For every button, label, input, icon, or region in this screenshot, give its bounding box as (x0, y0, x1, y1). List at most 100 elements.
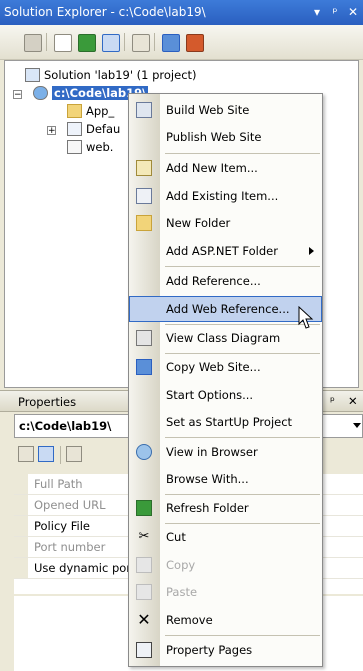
solution-explorer-title: Solution Explorer - c:\Code\lab19\ (4, 5, 206, 19)
toolbar-separator (124, 33, 125, 51)
copy-icon (136, 557, 152, 573)
menu-item-label: Add Existing Item... (166, 189, 279, 203)
menu-item-label: Refresh Folder (166, 501, 249, 515)
menu-separator (165, 437, 320, 438)
toolbar-separator (154, 33, 155, 51)
view-class-diagram-icon[interactable] (132, 34, 150, 52)
menu-item-build-web-site[interactable]: Build Web Site (129, 97, 322, 123)
menu-item-remove[interactable]: ✕ Remove (129, 607, 322, 633)
property-name: Opened URL (34, 498, 106, 512)
close-icon[interactable]: ✕ (348, 394, 358, 408)
menu-item-add-asp-net-folder[interactable]: Add ASP.NET Folder (129, 238, 322, 264)
mouse-pointer-icon (298, 306, 314, 329)
menu-item-label: Add Web Reference... (166, 302, 290, 316)
property-name: Policy File (34, 519, 90, 533)
menu-item-add-new-item[interactable]: Add New Item... (129, 155, 322, 181)
expand-node-icon[interactable]: + (47, 126, 56, 136)
row-gutter (14, 516, 28, 536)
menu-item-set-as-startup-project[interactable]: Set as StartUp Project (129, 409, 322, 435)
folder-icon (67, 104, 82, 118)
menu-item-label: Start Options... (166, 388, 254, 402)
tree-node-app-folder[interactable]: App_ (67, 103, 114, 120)
menu-item-label: View in Browser (166, 445, 258, 459)
menu-item-add-reference[interactable]: Add Reference... (129, 268, 322, 294)
new-item-icon (136, 160, 152, 176)
submenu-arrow-icon (309, 247, 314, 255)
menu-item-refresh-folder[interactable]: Refresh Folder (129, 495, 322, 521)
property-name: Use dynamic por (34, 561, 132, 575)
tree-node-label: App_ (86, 104, 115, 118)
asp-net-configuration-icon[interactable] (186, 34, 204, 52)
auto-hide-pin-icon[interactable]: ᵖ (330, 394, 335, 408)
solution-label: Solution 'lab19' (1 project) (44, 68, 197, 82)
refresh-icon (136, 500, 152, 516)
solution-icon (25, 68, 40, 82)
context-menu: Build Web Site Publish Web Site Add New … (128, 93, 323, 667)
menu-item-property-pages[interactable]: Property Pages (129, 637, 322, 663)
menu-item-publish-web-site[interactable]: Publish Web Site (129, 124, 322, 150)
menu-item-add-existing-item[interactable]: Add Existing Item... (129, 183, 322, 209)
menu-item-start-options[interactable]: Start Options... (129, 382, 322, 408)
toolbar-separator (60, 446, 61, 464)
nest-related-files-icon[interactable] (102, 34, 120, 52)
menu-item-copy[interactable]: Copy (129, 552, 322, 578)
menu-item-label: Set as StartUp Project (166, 415, 293, 429)
menu-item-view-class-diagram[interactable]: View Class Diagram (129, 325, 322, 351)
properties-title: Properties (18, 395, 77, 409)
solution-explorer-title-bar: Solution Explorer - c:\Code\lab19\ ▾ ᵖ ✕ (0, 0, 363, 25)
refresh-icon[interactable] (78, 34, 96, 52)
row-gutter (14, 495, 28, 515)
menu-item-new-folder[interactable]: New Folder (129, 210, 322, 236)
menu-item-label: View Class Diagram (166, 331, 281, 345)
alphabetical-icon[interactable] (38, 446, 54, 462)
collapse-project-icon[interactable]: − (13, 90, 22, 100)
menu-item-paste[interactable]: Paste (129, 579, 322, 605)
property-name: Port number (34, 540, 106, 554)
existing-item-icon (136, 188, 152, 204)
tree-node-web-config[interactable]: web. (67, 139, 113, 156)
menu-item-label: Copy (166, 558, 196, 572)
menu-item-label: Add ASP.NET Folder (166, 244, 278, 258)
window-position-dropdown-icon[interactable]: ▾ (310, 4, 324, 20)
chevron-down-icon[interactable] (353, 423, 361, 428)
menu-item-label: Property Pages (166, 643, 253, 657)
row-gutter (14, 558, 28, 578)
menu-item-label: Browse With... (166, 472, 249, 486)
categorized-icon[interactable] (18, 446, 34, 462)
web-form-icon (67, 122, 82, 136)
tree-node-solution[interactable]: Solution 'lab19' (1 project) (25, 67, 197, 84)
properties-icon[interactable] (24, 34, 42, 52)
cut-icon: ✂ (138, 529, 150, 544)
property-name: Full Path (34, 477, 83, 491)
menu-item-label: Publish Web Site (166, 130, 262, 144)
menu-separator (165, 266, 320, 267)
close-icon[interactable]: ✕ (346, 4, 360, 20)
show-all-files-icon[interactable] (54, 34, 72, 52)
tree-node-default-page[interactable]: Defau (67, 121, 120, 138)
menu-item-label: Add Reference... (166, 274, 261, 288)
copy-web-site-icon[interactable] (162, 34, 180, 52)
row-gutter (14, 474, 28, 494)
folder-icon (136, 215, 152, 231)
build-icon (136, 102, 152, 118)
menu-item-label: Copy Web Site... (166, 360, 261, 374)
menu-item-cut[interactable]: ✂ Cut (129, 524, 322, 550)
menu-item-browse-with[interactable]: Browse With... (129, 466, 322, 492)
tree-node-label: web. (86, 140, 114, 154)
copy-web-site-icon (136, 359, 152, 375)
menu-item-label: Add New Item... (166, 161, 258, 175)
menu-item-label: Cut (166, 530, 186, 544)
menu-item-label: New Folder (166, 216, 231, 230)
auto-hide-pin-icon[interactable]: ᵖ (328, 4, 342, 20)
property-pages-icon[interactable] (66, 446, 82, 462)
menu-item-label: Remove (166, 613, 213, 627)
paste-icon (136, 584, 152, 600)
menu-item-view-in-browser[interactable]: View in Browser (129, 439, 322, 465)
property-pages-icon (136, 642, 152, 658)
toolbar-separator (46, 33, 47, 51)
menu-separator (165, 153, 320, 154)
row-gutter (14, 537, 28, 557)
menu-item-add-web-reference[interactable]: Add Web Reference... (129, 296, 322, 322)
config-file-icon (67, 140, 82, 154)
menu-item-copy-web-site[interactable]: Copy Web Site... (129, 354, 322, 380)
